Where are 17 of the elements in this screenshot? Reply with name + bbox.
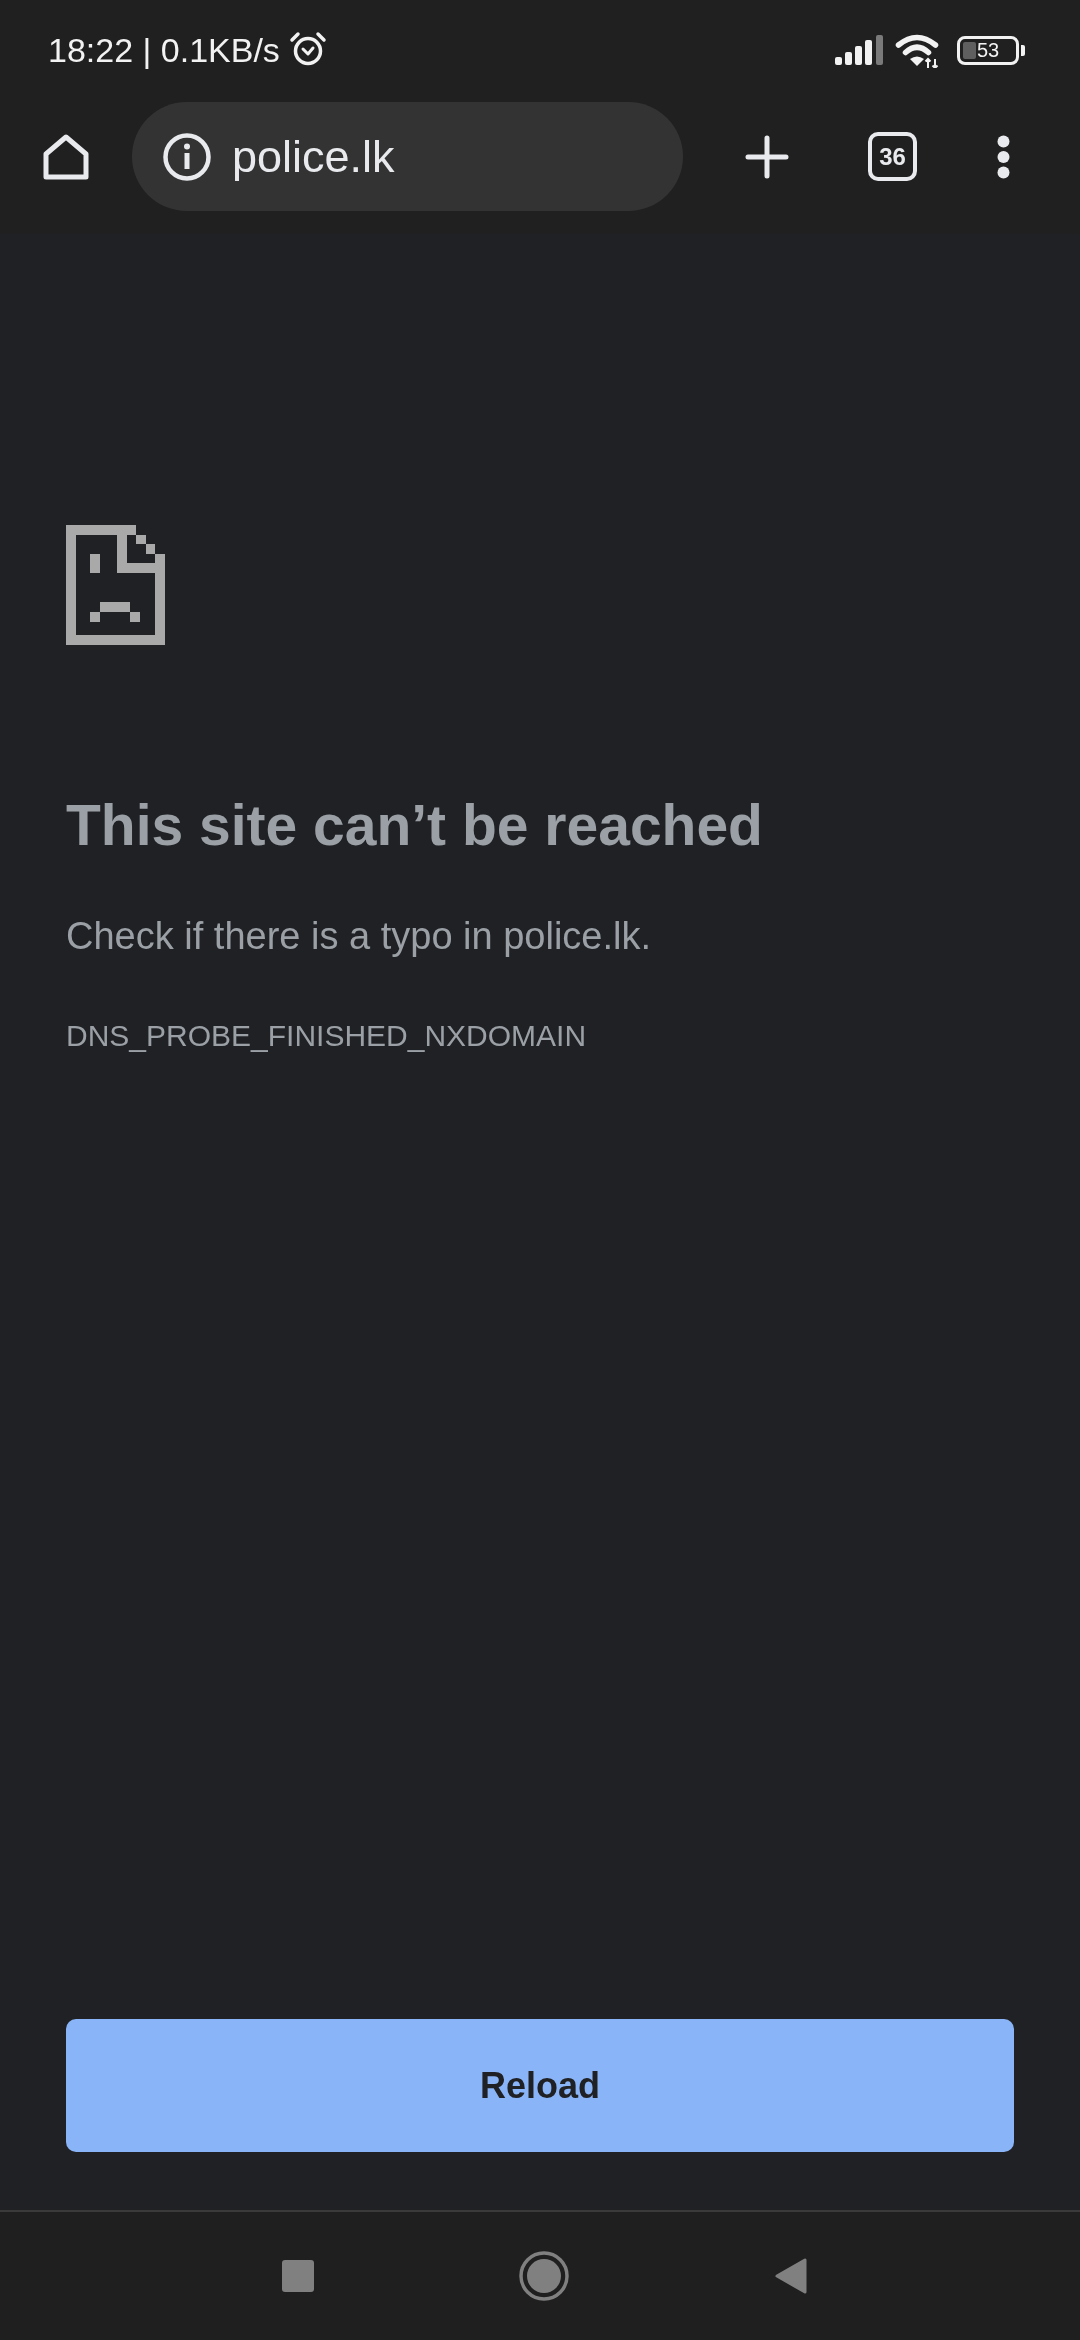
more-options-icon[interactable] <box>997 134 1010 179</box>
tab-switcher-button[interactable]: 36 <box>868 132 917 181</box>
wifi-icon <box>895 32 941 68</box>
alarm-clock-icon <box>287 31 328 67</box>
battery-indicator: 53 <box>957 35 1025 65</box>
error-message: Check if there is a typo in police.lk. <box>66 914 652 960</box>
plus-icon[interactable] <box>745 134 789 179</box>
error-title: This site can’t be reached <box>66 792 763 859</box>
back-icon[interactable] <box>774 2257 808 2295</box>
address-bar[interactable]: police.lk <box>132 102 683 211</box>
sad-document-icon <box>66 525 165 645</box>
error-code: DNS_PROBE_FINISHED_NXDOMAIN <box>66 1018 587 1054</box>
reload-button[interactable]: Reload <box>66 2019 1014 2152</box>
signal-icon <box>835 35 883 65</box>
info-icon[interactable] <box>163 132 211 181</box>
status-time: 18:22 | 0.1KB/s <box>48 30 280 70</box>
circle-icon[interactable] <box>519 2251 569 2301</box>
